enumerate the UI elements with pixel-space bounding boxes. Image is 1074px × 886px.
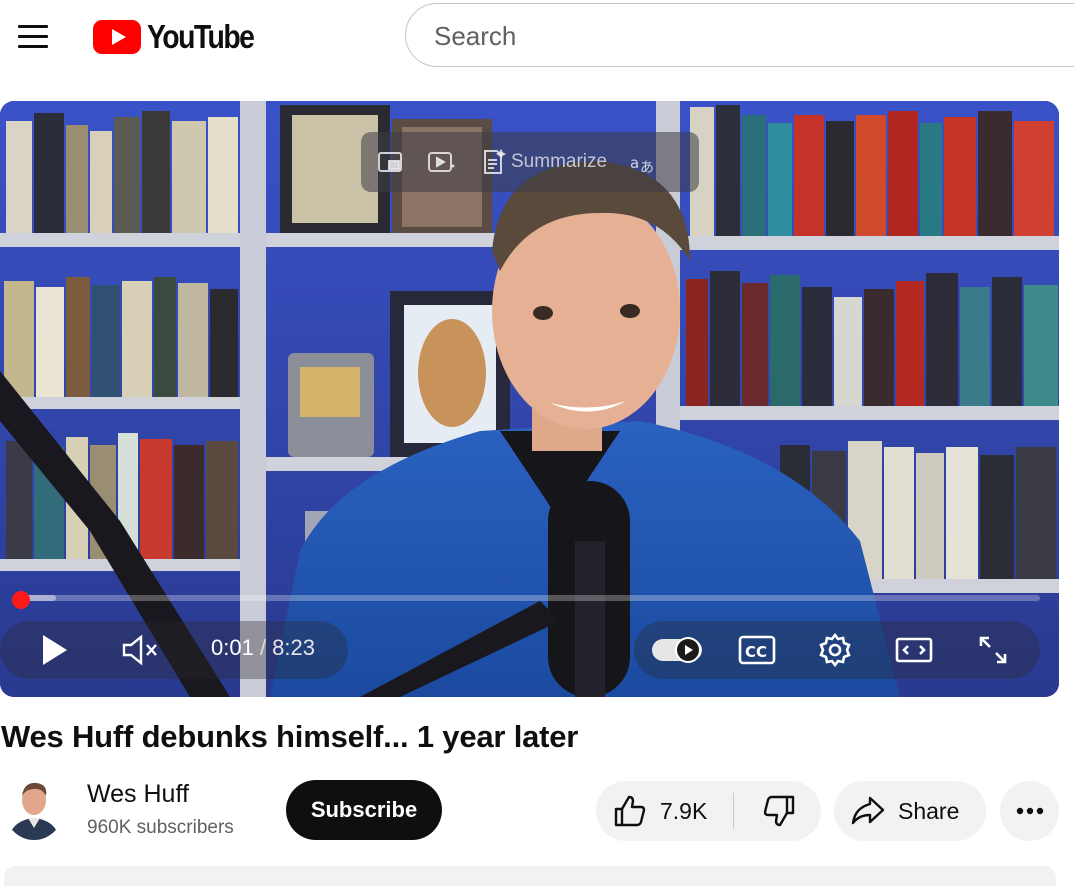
theater-icon	[895, 637, 933, 663]
fullscreen-button[interactable]	[970, 630, 1016, 670]
svg-text:あ: あ	[640, 160, 654, 176]
svg-text:CC: CC	[745, 643, 767, 661]
expand-icon	[979, 636, 1007, 664]
dislike-button[interactable]	[744, 781, 814, 841]
summarize-label: Summarize	[511, 151, 608, 172]
autoplay-toggle-icon	[652, 637, 702, 663]
progress-bar[interactable]	[20, 595, 1040, 601]
guide-menu-icon[interactable]	[14, 18, 54, 54]
time-separator: /	[253, 635, 273, 660]
share-label: Share	[898, 797, 960, 824]
channel-name[interactable]: Wes Huff	[87, 780, 189, 809]
time-display: 0:01 / 8:23	[211, 635, 315, 661]
youtube-logo[interactable]: YouTube	[93, 17, 271, 57]
subscriber-count: 960K subscribers	[87, 817, 234, 838]
thumbs-down-icon	[763, 795, 795, 827]
masthead: YouTube	[0, 0, 1074, 72]
search-input[interactable]	[432, 4, 1074, 68]
like-button[interactable]: 7.9K	[596, 781, 734, 841]
summarize-button[interactable]: Summarize	[479, 148, 607, 176]
summarize-icon	[484, 148, 507, 174]
current-time: 0:01	[211, 635, 254, 660]
video-player[interactable]: Summarize a あ 0:01 / 8:23 CC	[0, 101, 1059, 697]
player-overlay-actions: Summarize a あ	[361, 132, 699, 192]
scrubber-handle[interactable]	[12, 591, 30, 609]
like-count: 7.9K	[660, 797, 708, 824]
channel-avatar[interactable]	[4, 776, 64, 840]
theater-mode-button[interactable]	[890, 630, 938, 670]
captions-button[interactable]: CC	[734, 630, 780, 670]
like-divider	[733, 793, 734, 829]
svg-text:a: a	[630, 154, 639, 172]
description-box[interactable]	[4, 866, 1056, 886]
mute-button[interactable]	[112, 627, 168, 673]
share-arrow-icon	[851, 796, 885, 825]
avatar-image	[4, 776, 64, 840]
search-box	[405, 3, 1074, 68]
video-title: Wes Huff debunks himself... 1 year later	[1, 719, 579, 754]
cc-icon: CC	[738, 635, 776, 665]
autoplay-toggle[interactable]	[648, 630, 706, 670]
thumbs-up-icon	[614, 795, 646, 827]
share-button[interactable]: Share	[834, 781, 986, 841]
youtube-play-logo-icon	[93, 20, 141, 54]
play-icon	[43, 635, 67, 665]
play-button[interactable]	[26, 627, 82, 673]
miniplayer-icon[interactable]	[375, 147, 405, 177]
volume-muted-icon	[122, 634, 157, 666]
duration: 8:23	[272, 635, 315, 660]
more-actions-button[interactable]	[1000, 781, 1059, 841]
like-dislike-group: 7.9K	[596, 781, 821, 841]
subscribe-button[interactable]: Subscribe	[286, 780, 442, 840]
more-horizontal-icon	[1016, 807, 1043, 815]
ai-video-icon[interactable]	[427, 147, 457, 177]
player-controls: 0:01 / 8:23 CC	[0, 621, 1059, 683]
settings-button[interactable]	[812, 630, 858, 670]
translate-icon[interactable]: a あ	[629, 147, 659, 177]
gear-icon	[819, 632, 851, 668]
logo-text: YouTube	[147, 18, 255, 55]
